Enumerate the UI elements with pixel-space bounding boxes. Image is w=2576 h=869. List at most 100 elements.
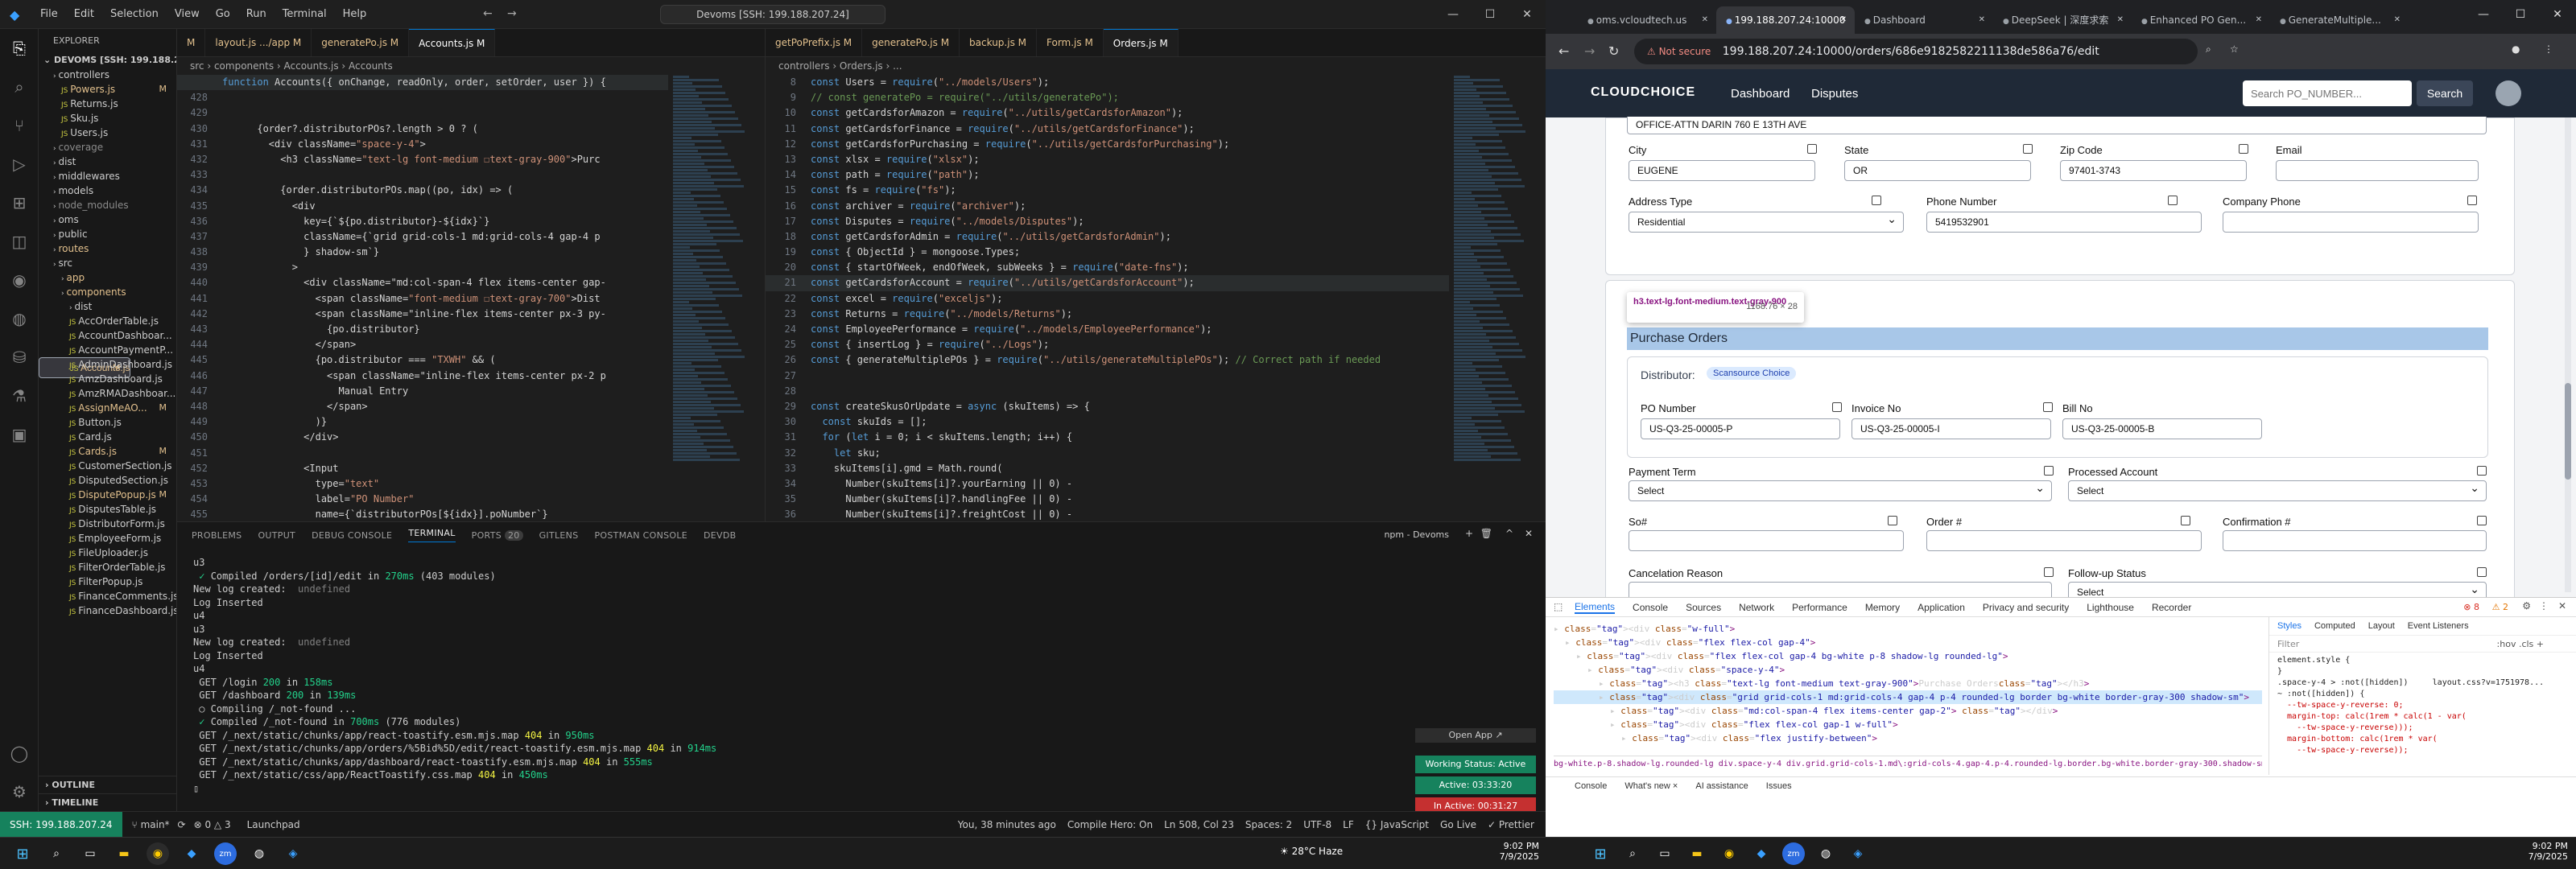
app-taskbar-icon[interactable]: ◍ bbox=[1814, 842, 1837, 865]
tab-close-icon[interactable]: ✕ bbox=[2394, 6, 2401, 34]
tree-item[interactable]: JS Cards.js M bbox=[39, 444, 176, 459]
tab-close-icon[interactable]: ✕ bbox=[1979, 6, 1985, 34]
copy-icon[interactable] bbox=[2477, 516, 2487, 525]
minimize-icon[interactable]: — bbox=[1435, 0, 1472, 29]
outline-section[interactable]: › OUTLINE bbox=[39, 776, 176, 793]
menu-terminal[interactable]: Terminal bbox=[275, 8, 335, 20]
warning-count[interactable]: ⚠ 2 bbox=[2492, 602, 2508, 612]
error-count[interactable]: ⊗ 8 bbox=[2463, 602, 2479, 612]
copy-icon[interactable] bbox=[1872, 196, 1881, 205]
copy-icon[interactable] bbox=[2477, 567, 2487, 577]
dom-node[interactable]: ▸ class="tag"><div class="flex flex-col … bbox=[1554, 649, 2262, 663]
browser-tab[interactable]: ● 199.188.207.24:10000 ✕ bbox=[1716, 6, 1855, 34]
editor-tab[interactable]: backup.js M bbox=[960, 29, 1037, 56]
po-search-input[interactable] bbox=[2243, 80, 2412, 106]
eol-status[interactable]: LF bbox=[1343, 819, 1354, 830]
search-icon[interactable]: ⌕ bbox=[2206, 43, 2211, 56]
nav-dashboard[interactable]: Dashboard bbox=[1731, 87, 1790, 101]
compile-hero-status[interactable]: Compile Hero: On bbox=[1067, 819, 1153, 830]
tree-item[interactable]: JS AmzDashboard.js bbox=[39, 372, 176, 386]
terminal-output[interactable]: u3 ✓ Compiled /orders/[id]/edit in 270ms… bbox=[193, 556, 1336, 803]
browser-tab[interactable]: ● DeepSeek | 深度求索 ✕ bbox=[1993, 6, 2132, 34]
tree-item[interactable]: JS Users.js bbox=[39, 126, 176, 140]
menu-help[interactable]: Help bbox=[335, 8, 375, 20]
address-type-select[interactable]: Residential bbox=[1629, 209, 1904, 233]
close-icon[interactable]: ✕ bbox=[2539, 0, 2576, 29]
bookmark-star-icon[interactable]: ☆ bbox=[2230, 43, 2239, 55]
taskbar-search-icon[interactable]: ⌕ bbox=[1621, 842, 1644, 865]
tree-item[interactable]: JS CustomerSection.js bbox=[39, 459, 176, 473]
tree-item[interactable]: JS Powers.js M bbox=[39, 82, 176, 97]
city-input[interactable]: EUGENE bbox=[1629, 160, 1815, 181]
tree-item[interactable]: JS FinanceDashboard.js bbox=[39, 603, 176, 618]
tab-close-icon[interactable]: ✕ bbox=[2256, 6, 2262, 34]
tree-item[interactable]: JS DisputesTable.js bbox=[39, 502, 176, 517]
copy-icon[interactable] bbox=[2044, 466, 2054, 476]
dom-node[interactable]: ▸ class="tag"><div class="grid grid-cols… bbox=[1554, 690, 2262, 704]
page-scrollbar[interactable] bbox=[2565, 117, 2571, 592]
back-icon[interactable]: ← bbox=[1558, 43, 1569, 59]
dom-node[interactable]: ▸ class="tag"><div class="w-full"> bbox=[1554, 622, 2262, 636]
payment-term-select[interactable]: Select bbox=[1629, 478, 2052, 501]
tree-item[interactable]: JS Card.js bbox=[39, 430, 176, 444]
copy-icon[interactable] bbox=[2467, 196, 2477, 205]
chevron-up-icon[interactable]: ^ bbox=[1505, 528, 1513, 539]
tree-item[interactable]: JS DistributorForm.js bbox=[39, 517, 176, 531]
timeline-section[interactable]: › TIMELINE bbox=[39, 793, 176, 811]
terminal-name[interactable]: npm - Devoms bbox=[1384, 529, 1449, 540]
task-view-icon[interactable]: ▭ bbox=[1653, 842, 1676, 865]
cursor-position[interactable]: Ln 508, Col 23 bbox=[1164, 819, 1234, 830]
clock-right[interactable]: 9:02 PM 7/9/2025 bbox=[2520, 841, 2568, 862]
panel-tab-terminal[interactable]: TERMINAL bbox=[408, 528, 456, 542]
copy-icon[interactable] bbox=[2239, 144, 2248, 154]
windows-start-icon[interactable]: ⊞ bbox=[11, 842, 34, 865]
devtools-tab[interactable]: Elements bbox=[1575, 601, 1616, 614]
tree-item[interactable]: › dist bbox=[39, 154, 176, 169]
search-button[interactable]: Search bbox=[2417, 80, 2473, 106]
remote-explorer-icon[interactable]: ◫ bbox=[0, 222, 39, 261]
panel-tab-problems[interactable]: PROBLEMS bbox=[192, 530, 242, 541]
copy-icon[interactable] bbox=[1832, 402, 1842, 412]
drawer-tab[interactable]: Console bbox=[1575, 781, 1607, 791]
task-view-icon[interactable]: ▭ bbox=[79, 842, 101, 865]
minimap-left[interactable] bbox=[673, 75, 753, 521]
state-input[interactable]: OR bbox=[1844, 160, 2031, 181]
postman-icon[interactable]: ◍ bbox=[0, 299, 39, 338]
styles-rules[interactable]: element.style {} .space-y-4 > :not([hidde… bbox=[2269, 653, 2576, 760]
back-arrow-icon[interactable]: ← bbox=[483, 7, 493, 20]
tree-item[interactable]: JS DisputePopup.js M bbox=[39, 488, 176, 502]
editor-tab[interactable]: layout.js .../app M bbox=[205, 29, 312, 56]
windows-start-icon[interactable]: ⊞ bbox=[1589, 842, 1612, 865]
devtools-tab[interactable]: Memory bbox=[1865, 602, 1900, 613]
settings-gear-icon[interactable]: ⚙ bbox=[2522, 600, 2531, 612]
tree-item[interactable]: › middlewares bbox=[39, 169, 176, 183]
tree-item[interactable]: JS Button.js bbox=[39, 415, 176, 430]
tree-item[interactable]: › routes bbox=[39, 241, 176, 256]
minimize-icon[interactable]: — bbox=[2465, 0, 2502, 29]
vscode-taskbar-icon[interactable]: ◆ bbox=[180, 842, 203, 865]
language-mode[interactable]: {} JavaScript bbox=[1365, 819, 1429, 830]
plus-icon[interactable]: + bbox=[1465, 528, 1473, 539]
dom-node[interactable]: ▸ class="tag"><div class="flex flex-col … bbox=[1554, 636, 2262, 649]
tree-item[interactable]: JS AmzRMADashboar... bbox=[39, 386, 176, 401]
processed-account-select[interactable]: Select bbox=[2068, 478, 2487, 501]
indentation-status[interactable]: Spaces: 2 bbox=[1245, 819, 1292, 830]
source-control-icon[interactable]: ⑂ bbox=[0, 106, 39, 145]
docker-icon[interactable]: ▣ bbox=[0, 415, 39, 454]
weather-widget[interactable]: ☀ 28°C Haze bbox=[1280, 846, 1343, 857]
menu-selection[interactable]: Selection bbox=[102, 8, 167, 20]
panel-tab-devdb[interactable]: DEVDB bbox=[704, 530, 736, 541]
settings-gear-icon[interactable]: ⚙ bbox=[0, 772, 39, 811]
panel-tab-gitlens[interactable]: GITLENS bbox=[539, 530, 579, 541]
devtools-tab[interactable]: Lighthouse bbox=[2087, 602, 2134, 613]
user-avatar[interactable] bbox=[2496, 80, 2521, 106]
cancelation-input[interactable] bbox=[1629, 582, 2052, 597]
tree-item[interactable]: JS EmployeeForm.js bbox=[39, 531, 176, 546]
tree-item[interactable]: JS AccountDashboar... bbox=[39, 328, 176, 343]
menu-run[interactable]: Run bbox=[238, 8, 275, 20]
taskbar-search-icon[interactable]: ⌕ bbox=[45, 842, 68, 865]
testing-icon[interactable]: ⚗ bbox=[0, 377, 39, 415]
profile-avatar-icon[interactable]: ● bbox=[2512, 43, 2520, 55]
sync-icon[interactable]: ⟳ bbox=[178, 819, 186, 830]
clock-left[interactable]: 9:02 PM 7/9/2025 bbox=[1497, 841, 1539, 862]
